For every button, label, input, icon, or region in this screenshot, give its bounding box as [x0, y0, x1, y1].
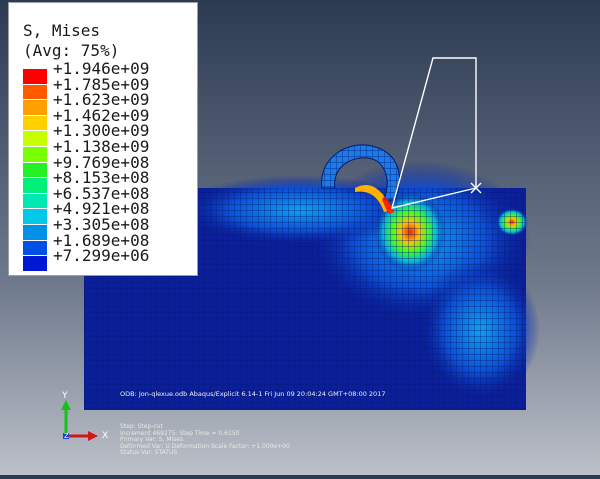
legend-swatch	[23, 69, 47, 85]
status-line-status-var: Status Var: STATUS	[120, 449, 178, 457]
step-status-block: Step: Step-cut Increment 469275: Step Ti…	[120, 423, 290, 457]
legend-swatch	[23, 193, 47, 210]
legend-swatch	[23, 131, 47, 147]
legend-labels: +1.946e+09 +1.785e+09 +1.623e+09 +1.462e…	[53, 61, 149, 264]
axis-triad-icon	[61, 400, 98, 441]
axis-y-label: Y	[62, 391, 68, 401]
legend-subtitle: (Avg: 75%)	[23, 41, 120, 60]
legend-swatch	[23, 146, 47, 163]
legend-swatch	[23, 178, 47, 194]
legend-swatch	[23, 256, 47, 272]
legend-swatch	[23, 224, 47, 241]
legend-swatch	[23, 240, 47, 257]
axis-triad: Y X Z	[48, 386, 108, 446]
legend-swatch	[23, 115, 47, 132]
legend-swatch	[23, 162, 47, 179]
odb-info-text: ODB: Jon-qlexue.odb Abaqus/Explicit 6.14…	[120, 390, 386, 398]
axis-x-label: X	[102, 431, 109, 441]
model-viewport[interactable]: S, Mises (Avg: 75%) +1.946e+09 +1.785e+0…	[0, 0, 600, 475]
stress-legend: S, Mises (Avg: 75%) +1.946e+09 +1.785e+0…	[8, 2, 198, 276]
legend-color-bar	[23, 69, 47, 272]
legend-swatch	[23, 84, 47, 101]
axis-z-label: Z	[64, 432, 69, 440]
legend-swatch	[23, 100, 47, 116]
legend-title: S, Mises	[23, 21, 101, 40]
legend-swatch	[23, 209, 47, 225]
legend-label: +7.299e+06	[53, 246, 150, 266]
